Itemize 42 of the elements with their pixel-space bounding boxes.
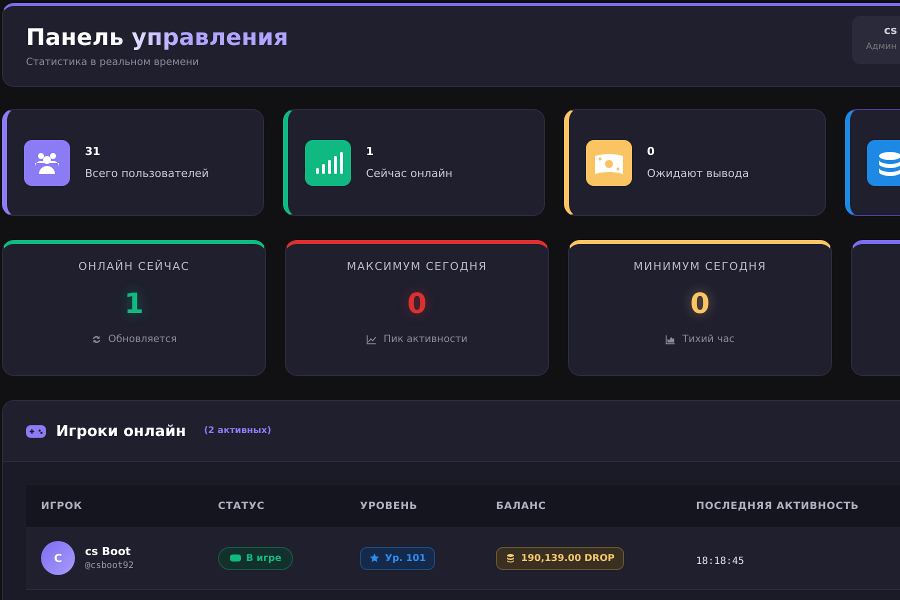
user-name: cs bbox=[883, 24, 898, 37]
stat-value: 0 bbox=[647, 145, 656, 158]
column-header: ИГРОК bbox=[41, 500, 84, 512]
stat-value: 1 bbox=[366, 145, 375, 158]
player-handle: @csboot92 bbox=[85, 561, 134, 571]
stat-label: Ожидают вывода bbox=[647, 167, 749, 180]
metric-title: МИНИМУМ СЕГОДНЯ bbox=[634, 260, 766, 273]
metric-value: 0 bbox=[407, 287, 427, 320]
metric-title: МАКСИМУМ СЕГОДНЯ bbox=[346, 260, 488, 273]
last-active-time: 18:18:45 bbox=[696, 556, 744, 566]
user-chip[interactable]: cs Админ bbox=[852, 16, 900, 64]
metric-title: ОНЛАЙН СЕЙЧАС bbox=[78, 260, 190, 273]
stat-value: 31 bbox=[85, 145, 102, 158]
section-title: Игроки онлайн bbox=[56, 422, 186, 440]
page-subtitle: Статистика в реальном времени bbox=[26, 56, 200, 68]
banknote-icon bbox=[586, 140, 632, 186]
coin-stack-icon bbox=[867, 140, 900, 186]
player-name: cs Boot bbox=[85, 545, 132, 558]
column-header: СТАТУС bbox=[218, 500, 266, 512]
users-icon bbox=[24, 140, 70, 186]
refresh-icon bbox=[91, 334, 102, 345]
avatar: C bbox=[41, 541, 75, 575]
signal-bars-icon bbox=[305, 140, 351, 186]
status-text: В игре bbox=[246, 552, 282, 564]
coins-icon bbox=[505, 553, 516, 563]
column-header: ПОСЛЕДНЯЯ АКТИВНОСТЬ bbox=[696, 500, 860, 512]
star-icon bbox=[369, 553, 380, 563]
area-chart-icon bbox=[665, 334, 676, 345]
stat-label: Сейчас онлайн bbox=[366, 167, 452, 180]
balance-text: 190,139.00 DROP bbox=[521, 552, 615, 564]
metric-note: Пик активности bbox=[383, 334, 468, 345]
stat-label: Всего пользователей bbox=[85, 167, 209, 180]
user-role: Админ bbox=[866, 42, 898, 52]
line-chart-icon bbox=[366, 334, 378, 345]
metric-note: Обновляется bbox=[108, 334, 177, 345]
metric-value: 1 bbox=[124, 287, 144, 320]
metric-note: Тихий час bbox=[682, 334, 735, 345]
active-count: (2 активных) bbox=[204, 426, 272, 436]
column-header: УРОВЕНЬ bbox=[360, 500, 418, 512]
column-header: БАЛАНС bbox=[496, 500, 548, 512]
level-text: Ур. 101 bbox=[385, 552, 426, 564]
metric-value: 0 bbox=[690, 287, 710, 320]
